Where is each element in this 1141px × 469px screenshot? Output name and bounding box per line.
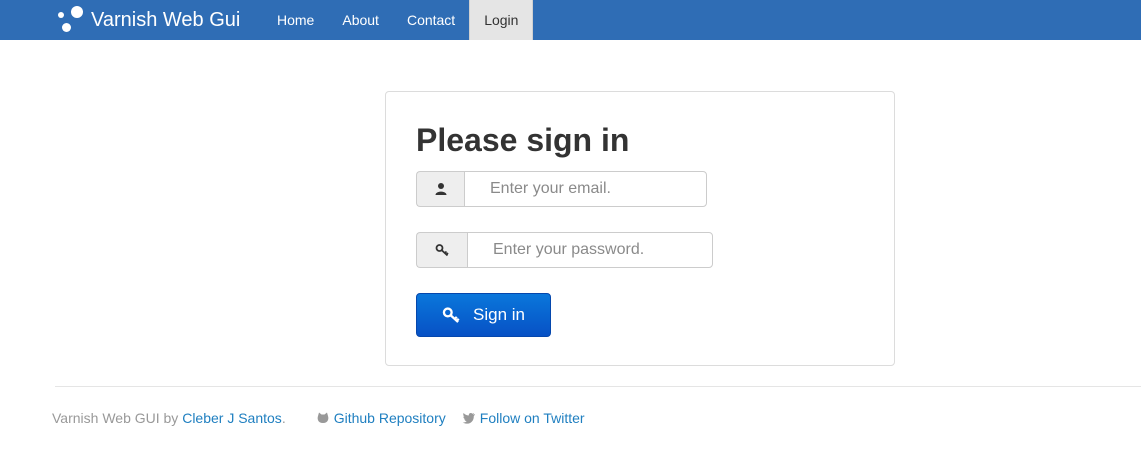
footer: Varnish Web GUI by Cleber J Santos. Gith… (52, 409, 585, 427)
password-input-group (416, 232, 713, 268)
email-input[interactable] (464, 171, 707, 207)
brand-logo-icon (55, 3, 87, 37)
footer-divider (55, 386, 1141, 387)
login-title: Please sign in (416, 122, 630, 158)
key-icon (442, 307, 460, 323)
brand-title: Varnish Web Gui (91, 8, 241, 31)
top-navbar: Varnish Web Gui Home About Contact Login (0, 0, 1141, 40)
twitter-icon (462, 413, 475, 424)
brand[interactable]: Varnish Web Gui (55, 0, 240, 40)
sign-in-label: Sign in (473, 305, 525, 324)
sign-in-button[interactable]: Sign in (416, 293, 551, 337)
user-icon (416, 171, 464, 207)
nav-item-home[interactable]: Home (263, 0, 328, 40)
footer-suffix: . (281, 410, 286, 426)
nav-item-login[interactable]: Login (469, 0, 534, 40)
password-input[interactable] (467, 232, 713, 268)
main-nav: Home About Contact Login (263, 0, 534, 40)
nav-item-contact[interactable]: Contact (393, 0, 469, 40)
footer-prefix: Varnish Web GUI by (52, 410, 179, 426)
email-input-group (416, 171, 707, 207)
key-icon (416, 232, 467, 268)
twitter-link[interactable]: Follow on Twitter (480, 410, 585, 426)
nav-item-about[interactable]: About (328, 0, 393, 40)
author-link[interactable]: Cleber J Santos (182, 410, 282, 426)
github-repository-link[interactable]: Github Repository (334, 410, 446, 426)
github-icon (317, 412, 329, 423)
login-panel: Please sign in Sign in (385, 91, 895, 366)
